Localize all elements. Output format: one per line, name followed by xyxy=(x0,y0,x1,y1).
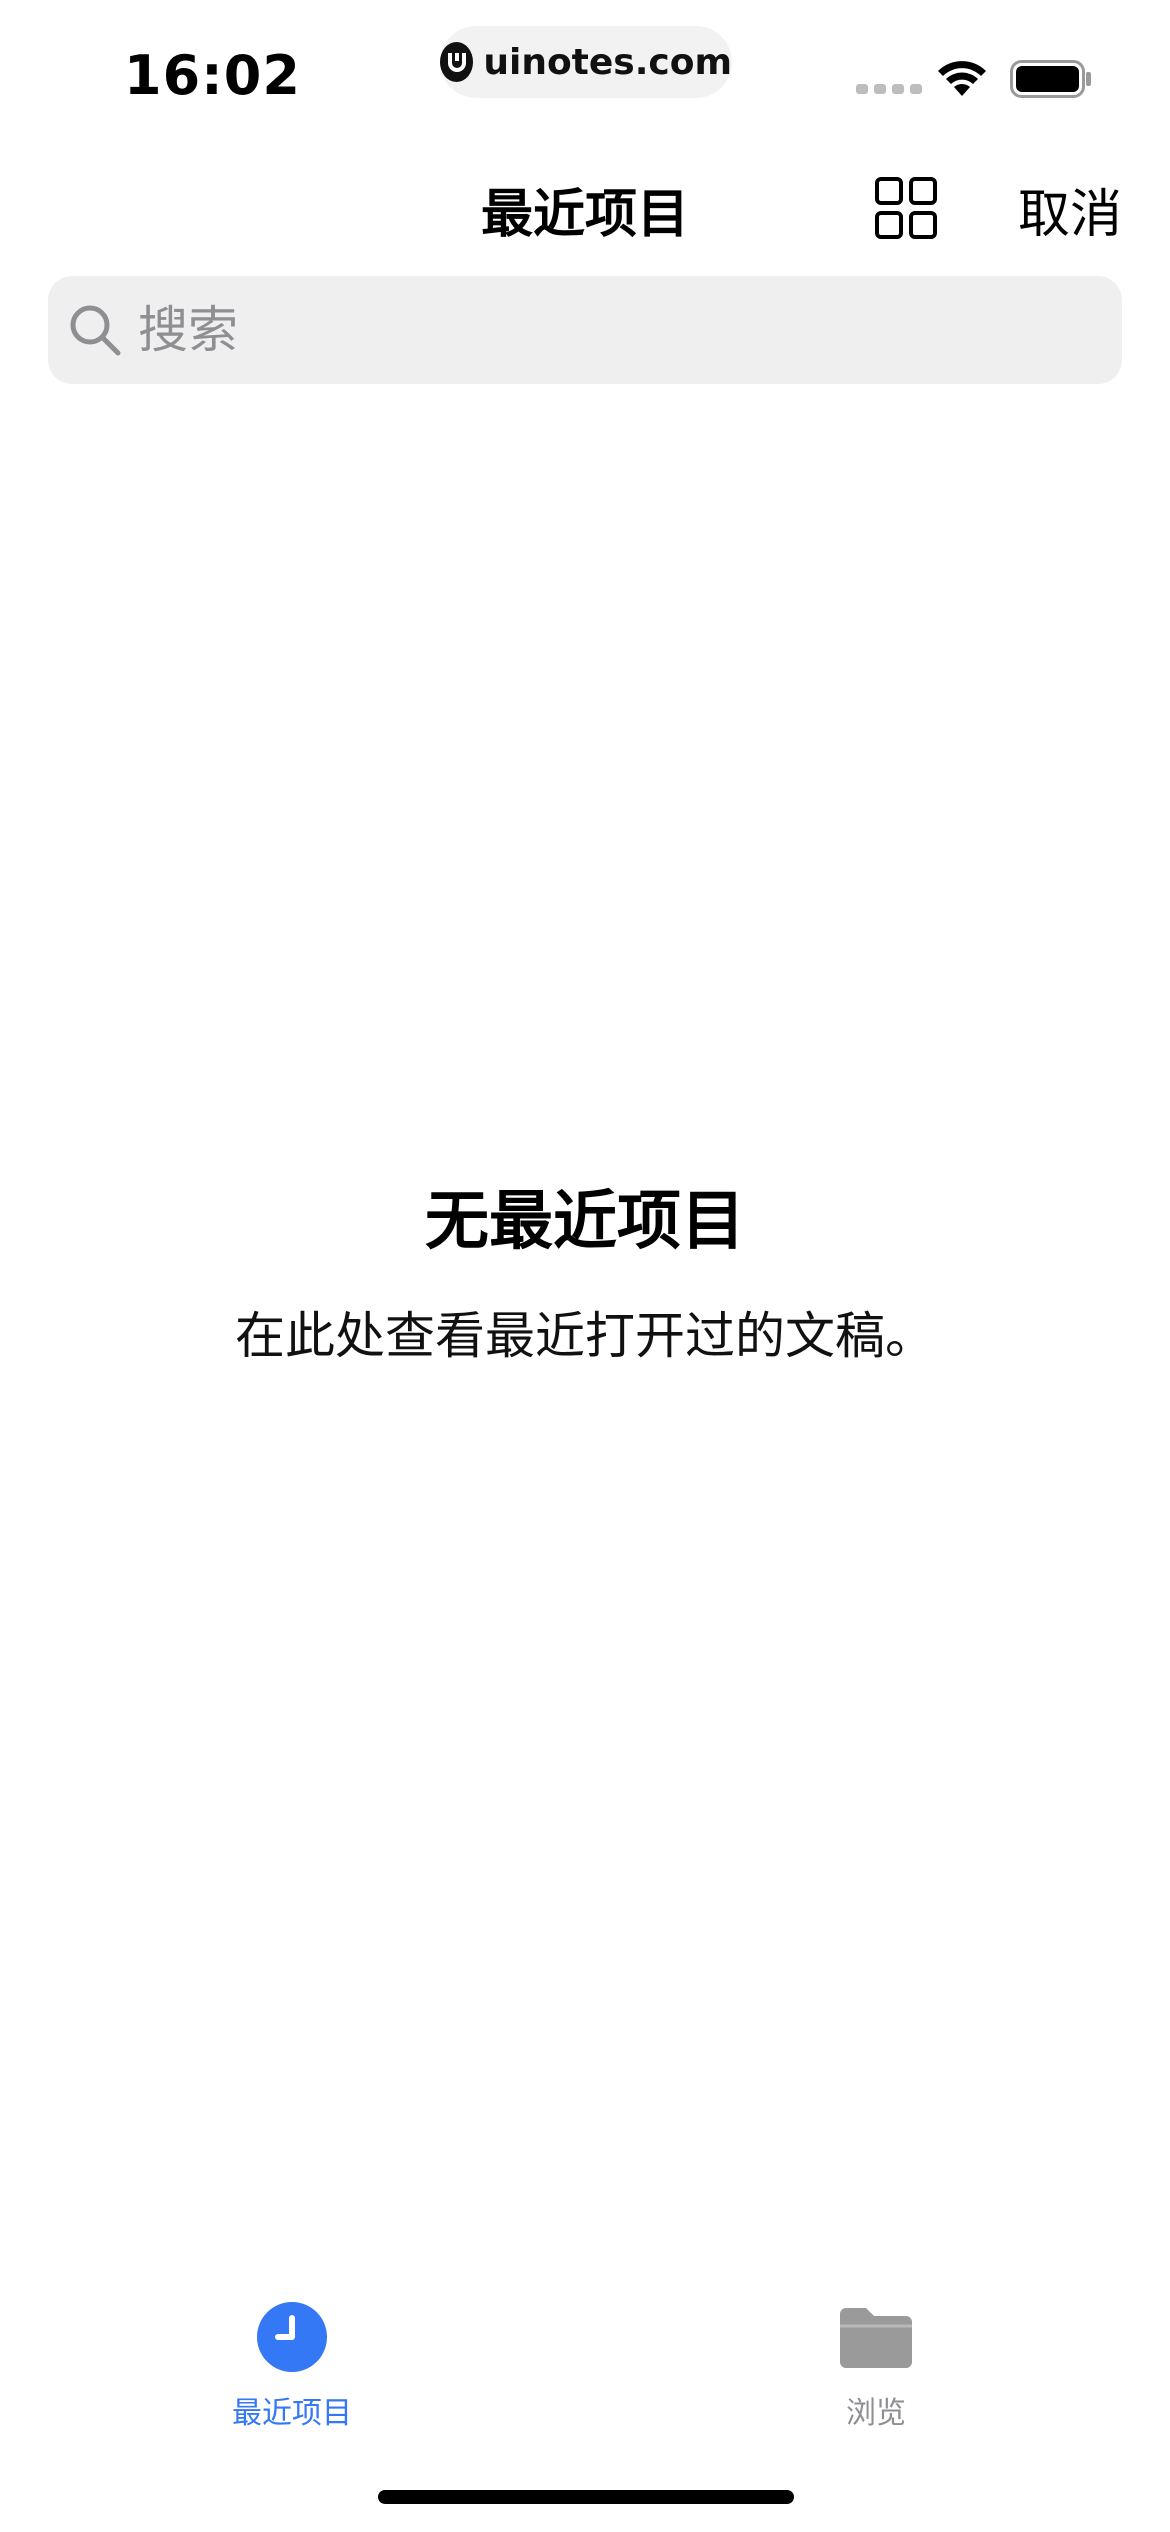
wifi-icon xyxy=(938,61,986,96)
files-picker-screen: 16:02 uinotes.com 最近项目 取消 搜索 无最近项目 在此处查看… xyxy=(0,0,1170,2532)
empty-state-message: 在此处查看最近打开过的文稿。 xyxy=(235,1307,935,1365)
search-icon xyxy=(70,305,121,356)
empty-state-title: 无最近项目 xyxy=(425,1185,745,1259)
grid-view-button[interactable] xyxy=(874,176,938,240)
status-time: 16:02 xyxy=(124,44,301,107)
site-logo-icon xyxy=(440,42,474,82)
url-text: uinotes.com xyxy=(483,41,732,83)
status-bar: 16:02 uinotes.com xyxy=(0,0,1170,130)
search-input[interactable] xyxy=(136,275,1122,385)
home-indicator[interactable] xyxy=(378,2490,794,2504)
clock-icon xyxy=(257,2302,327,2372)
url-pill: uinotes.com xyxy=(440,26,732,98)
search-bar[interactable] xyxy=(48,275,1122,385)
tab-recent-label: 最近项目 xyxy=(232,2396,352,2431)
tab-recent[interactable]: 最近项目 xyxy=(172,2300,412,2432)
tab-browse[interactable]: 浏览 xyxy=(756,2300,996,2432)
folder-icon xyxy=(840,2308,912,2368)
grid-view-icon xyxy=(875,177,937,239)
cancel-button[interactable]: 取消 xyxy=(1018,172,1122,247)
tab-browse-label: 浏览 xyxy=(846,2396,906,2431)
page-title: 最近项目 xyxy=(480,185,689,245)
cellular-signal-icon xyxy=(856,84,922,94)
battery-icon xyxy=(1010,60,1091,98)
